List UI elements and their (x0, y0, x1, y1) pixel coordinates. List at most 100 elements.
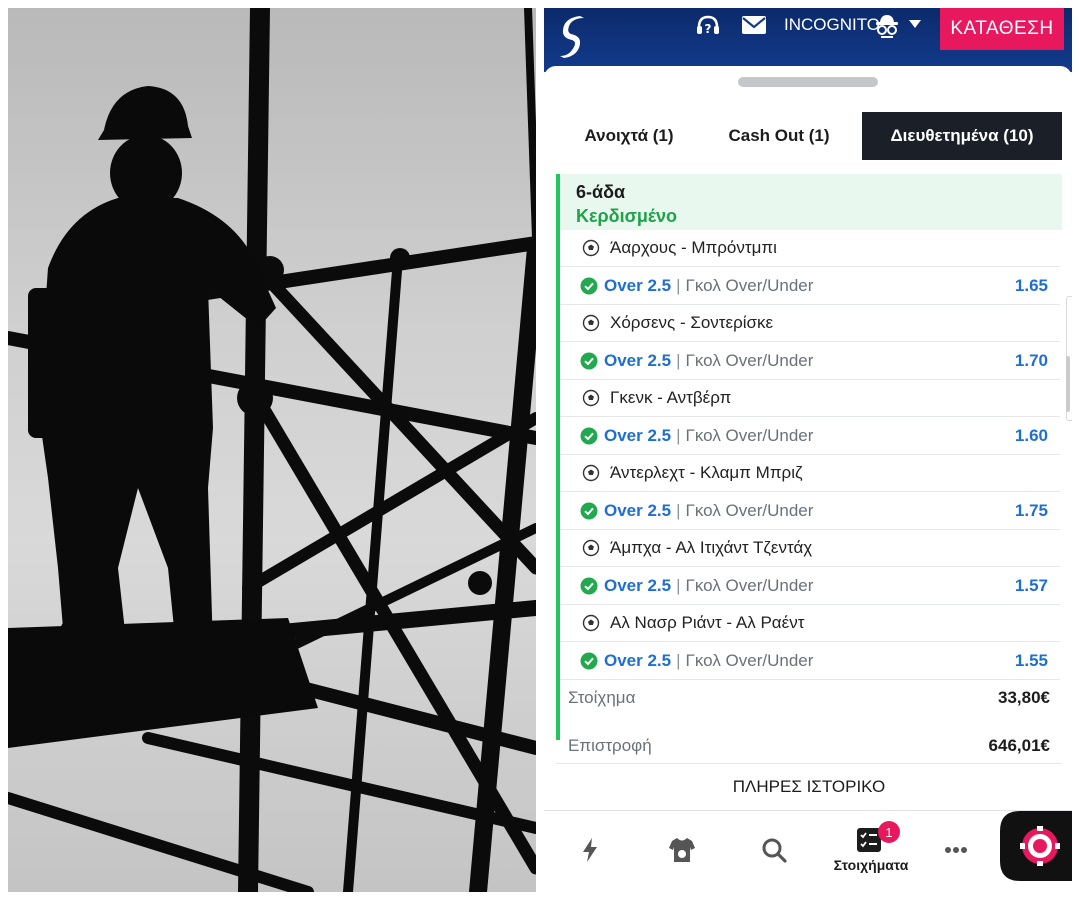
caret-down-icon[interactable] (908, 19, 922, 29)
bets-nav-label: Στοιχήματα (833, 857, 909, 873)
my-bets-sheet: Ανοιχτά (1) Cash Out (1) Διευθετημένα (1… (544, 66, 1072, 810)
football-icon (582, 539, 600, 557)
market-row: Over 2.5 | Γκολ Over/Under 1.70 (560, 342, 1060, 380)
live-icon (583, 838, 597, 862)
market-label: Γκολ Over/Under (685, 275, 814, 295)
bottom-navigation: 1 Στοιχήματα (544, 810, 1072, 892)
drag-handle[interactable] (738, 77, 878, 87)
scrollbar[interactable] (1066, 356, 1070, 412)
market-label: Γκολ Over/Under (685, 575, 814, 595)
nav-casino[interactable] (1000, 811, 1072, 892)
return-value: 646,01€ (988, 736, 1050, 755)
won-check-icon (580, 577, 598, 594)
match-row: Χόρσενς - Σοντερίσκε (560, 305, 1060, 342)
separator: | (676, 650, 681, 670)
return-label: Επιστροφή (568, 736, 652, 755)
bet-type-label: 6-άδα (576, 182, 626, 202)
won-check-icon (580, 277, 598, 294)
market-label: Γκολ Over/Under (685, 500, 814, 520)
won-check-icon (580, 502, 598, 519)
match-name: Άντερλεχτ - Κλαμπ Μπριζ (610, 463, 803, 482)
scaffold-worker-photo (8, 8, 536, 892)
stake-row: Στοίχημα 33,80€ (556, 678, 1062, 718)
market-label: Γκολ Over/Under (685, 425, 814, 445)
market-label: Γκολ Over/Under (685, 350, 814, 370)
selection-item[interactable]: Άντερλεχτ - Κλαμπ Μπριζ Over 2.5 | Γκολ … (560, 455, 1060, 530)
svg-text:?: ? (705, 22, 712, 36)
pick-label: Over 2.5 (604, 350, 672, 370)
odds-value: 1.60 (1014, 426, 1048, 445)
won-check-icon (580, 652, 598, 669)
casino-chip-icon (1000, 811, 1072, 881)
sports-jersey-icon (669, 838, 695, 862)
market-row: Over 2.5 | Γκολ Over/Under 1.65 (560, 267, 1060, 305)
separator: | (676, 350, 681, 370)
brand-logo-icon (560, 16, 584, 58)
app-header: ? INCOGNITO ΚΑΤΑΘΕΣΗ (544, 8, 1072, 72)
football-icon (582, 239, 600, 257)
stake-label: Στοίχημα (568, 688, 636, 707)
nav-live[interactable] (572, 811, 608, 892)
separator: | (676, 425, 681, 445)
market-label: Γκολ Over/Under (685, 650, 814, 670)
nav-bets[interactable]: 1 Στοιχήματα (816, 811, 926, 892)
nav-search[interactable] (754, 811, 794, 892)
separator: | (676, 575, 681, 595)
match-name: Άμπχα - Αλ Ιτιχάντ Τζεντάχ (610, 538, 813, 557)
separator: | (676, 500, 681, 520)
scaffold-silhouette-image (8, 8, 536, 892)
tab-cash-out[interactable]: Cash Out (1) (704, 112, 854, 160)
pick-label: Over 2.5 (604, 500, 672, 520)
separator: | (676, 275, 681, 295)
username-label[interactable]: INCOGNITO (784, 13, 880, 37)
betslip-header[interactable]: 6-άδα Κερδισμένο (560, 174, 1062, 230)
match-row: Άντερλεχτ - Κλαμπ Μπριζ (560, 455, 1060, 492)
return-row: Επιστροφή 646,01€ (556, 726, 1062, 766)
football-icon (582, 464, 600, 482)
bet-status-label: Κερδισμένο (576, 206, 678, 226)
nav-sports[interactable] (662, 811, 702, 892)
football-icon (582, 314, 600, 332)
match-name: Άαρχους - Μπρόντμπι (610, 238, 777, 257)
won-check-icon (580, 427, 598, 444)
full-history-button[interactable]: ΠΛΗΡΕΣ ΙΣΤΟΡΙΚΟ (556, 763, 1062, 809)
betslip-card: 6-άδα Κερδισμένο Άαρχους - Μπρόντμπι Ove… (556, 174, 1062, 740)
selection-item[interactable]: Γκενκ - Αντβέρπ Over 2.5 | Γκολ Over/Und… (560, 380, 1060, 455)
selection-item[interactable]: Χόρσενς - Σοντερίσκε Over 2.5 | Γκολ Ove… (560, 305, 1060, 380)
selection-item[interactable]: Άμπχα - Αλ Ιτιχάντ Τζεντάχ Over 2.5 | Γκ… (560, 530, 1060, 605)
pick-label: Over 2.5 (604, 650, 672, 670)
deposit-button[interactable]: ΚΑΤΑΘΕΣΗ (940, 8, 1064, 50)
odds-value: 1.70 (1014, 351, 1048, 370)
odds-value: 1.55 (1014, 651, 1048, 670)
bets-count-badge: 1 (878, 821, 900, 843)
match-row: Άαρχους - Μπρόντμπι (560, 230, 1060, 267)
match-name: Αλ Νασρ Ριάντ - Αλ Ραέντ (610, 613, 805, 632)
help-icon[interactable]: ? (694, 12, 722, 40)
market-row: Over 2.5 | Γκολ Over/Under 1.60 (560, 417, 1060, 455)
incognito-icon[interactable] (874, 12, 900, 40)
market-row: Over 2.5 | Γκολ Over/Under 1.75 (560, 492, 1060, 530)
stake-value: 33,80€ (998, 688, 1050, 707)
bet-tabs: Ανοιχτά (1) Cash Out (1) Διευθετημένα (1… (554, 112, 1064, 160)
match-name: Γκενκ - Αντβέρπ (610, 388, 732, 407)
betting-app-screen: ? INCOGNITO ΚΑΤΑΘΕΣΗ Ανοιχτά (1) Cash Ou… (544, 8, 1072, 892)
odds-value: 1.57 (1014, 576, 1048, 595)
pick-label: Over 2.5 (604, 575, 672, 595)
nav-more[interactable] (936, 811, 976, 892)
tab-open-bets[interactable]: Ανοιχτά (1) (554, 112, 704, 160)
more-icon (945, 847, 967, 853)
pick-label: Over 2.5 (604, 275, 672, 295)
pick-label: Over 2.5 (604, 425, 672, 445)
market-row: Over 2.5 | Γκολ Over/Under 1.55 (560, 642, 1060, 680)
selection-item[interactable]: Αλ Νασρ Ριάντ - Αλ Ραέντ Over 2.5 | Γκολ… (560, 605, 1060, 680)
selection-item[interactable]: Άαρχους - Μπρόντμπι Over 2.5 | Γκολ Over… (560, 230, 1060, 305)
match-row: Άμπχα - Αλ Ιτιχάντ Τζεντάχ (560, 530, 1060, 567)
match-row: Γκενκ - Αντβέρπ (560, 380, 1060, 417)
market-row: Over 2.5 | Γκολ Over/Under 1.57 (560, 567, 1060, 605)
match-row: Αλ Νασρ Ριάντ - Αλ Ραέντ (560, 605, 1060, 642)
won-check-icon (580, 352, 598, 369)
odds-value: 1.65 (1014, 276, 1048, 295)
mail-icon[interactable] (741, 15, 767, 35)
tab-settled-bets[interactable]: Διευθετημένα (10) (862, 112, 1062, 160)
match-name: Χόρσενς - Σοντερίσκε (610, 313, 774, 332)
